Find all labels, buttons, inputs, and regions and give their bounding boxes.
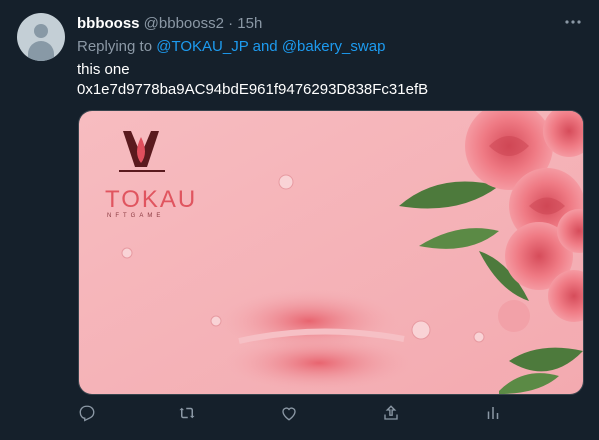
- reply-icon[interactable]: [78, 404, 100, 426]
- share-icon[interactable]: [382, 404, 404, 426]
- replying-to: Replying to @TOKAU_JP and @bakery_swap: [77, 38, 385, 55]
- tweet-actions: [78, 404, 582, 428]
- analytics-icon[interactable]: [484, 404, 506, 426]
- mention-bakery[interactable]: @bakery_swap: [282, 38, 386, 55]
- user-handle[interactable]: @bbbooss2: [144, 15, 224, 32]
- retweet-icon[interactable]: [178, 404, 200, 426]
- tweet[interactable]: bbbooss @bbbooss2 · 15h Replying to @TOK…: [0, 0, 599, 440]
- user-name[interactable]: bbbooss: [77, 15, 140, 32]
- more-icon[interactable]: [563, 12, 583, 32]
- mention-tokau[interactable]: @TOKAU_JP: [156, 38, 248, 55]
- tweet-image[interactable]: TOKAU NFTGAME: [78, 110, 584, 395]
- tweet-header: bbbooss @bbbooss2 · 15h: [77, 15, 262, 33]
- logo-text: TOKAU: [105, 186, 197, 213]
- like-icon[interactable]: [280, 404, 302, 426]
- tokau-artwork: TOKAU NFTGAME: [79, 111, 583, 394]
- tweet-time[interactable]: 15h: [237, 15, 262, 32]
- avatar[interactable]: [17, 13, 65, 61]
- tweet-text-line-2: 0x1e7d9778ba9AC94bdE961f9476293D838Fc31e…: [77, 81, 429, 98]
- logo-subtext: NFTGAME: [107, 213, 164, 219]
- replying-prefix: Replying to: [77, 38, 153, 55]
- tweet-text-line-1: this one: [77, 61, 130, 78]
- separator-dot: ·: [228, 15, 234, 32]
- mention-and: and: [252, 38, 278, 55]
